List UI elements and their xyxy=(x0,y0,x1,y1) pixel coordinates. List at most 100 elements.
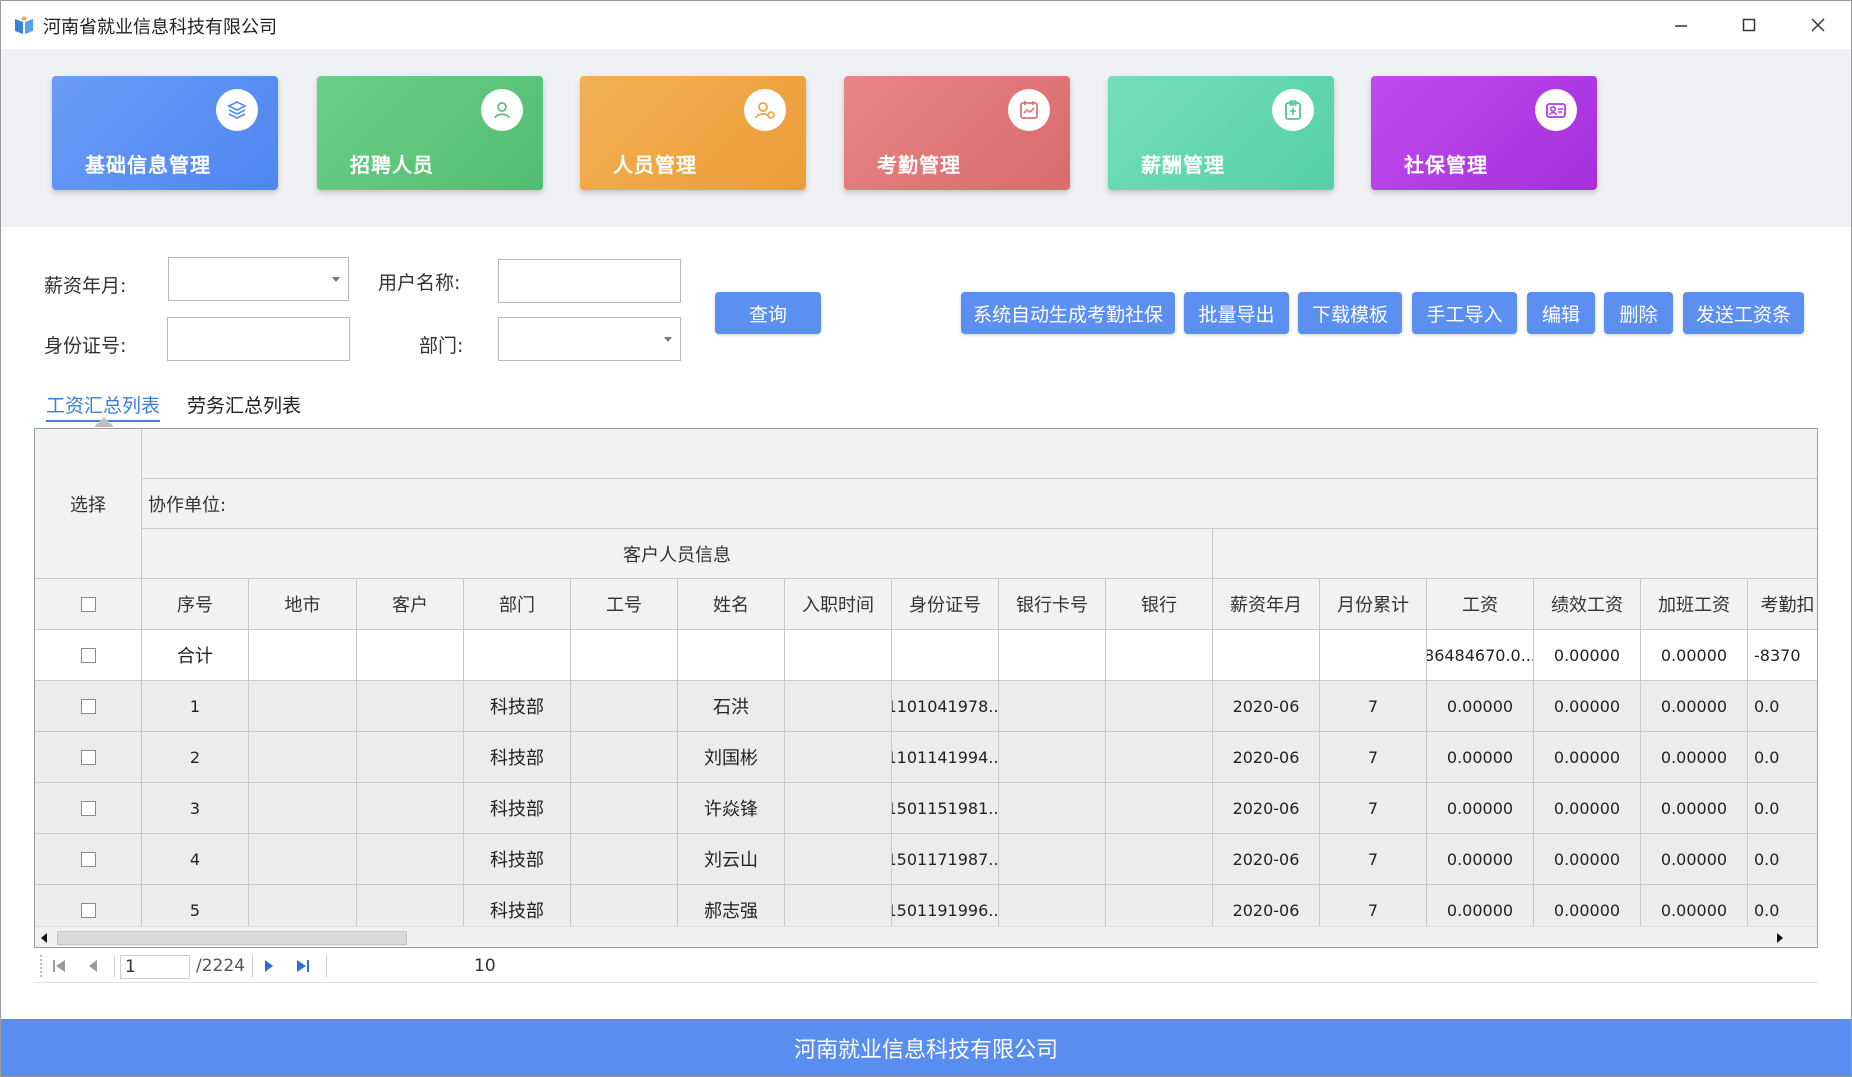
row-select[interactable] xyxy=(35,732,142,783)
next-page-button[interactable] xyxy=(260,957,278,975)
batch-export-button[interactable]: 批量导出 xyxy=(1184,292,1289,334)
cell-id-card: 1501171987... xyxy=(892,834,999,885)
cell-overtime: 0.00000 xyxy=(1641,834,1748,885)
row-checkbox[interactable] xyxy=(80,902,96,918)
cell-id-card: 1101041978... xyxy=(892,681,999,732)
cell-empty xyxy=(571,783,678,834)
download-template-button[interactable]: 下载模板 xyxy=(1298,292,1402,334)
horizontal-scrollbar[interactable] xyxy=(35,926,1817,947)
total-salary: 86484670.0... xyxy=(1427,630,1534,681)
page-number-input[interactable]: 1 xyxy=(120,955,190,979)
pager-separator xyxy=(252,955,253,977)
row-checkbox[interactable] xyxy=(80,647,96,663)
cell-salary: 0.00000 xyxy=(1427,834,1534,885)
edit-button[interactable]: 编辑 xyxy=(1527,292,1595,334)
manual-import-button[interactable]: 手工导入 xyxy=(1412,292,1517,334)
maximize-button[interactable] xyxy=(1725,9,1773,41)
module-social-security[interactable]: 社保管理 xyxy=(1371,76,1597,190)
last-page-button[interactable] xyxy=(294,957,312,975)
username-label: 用户名称: xyxy=(378,272,461,294)
cell-attendance: 0.0 xyxy=(1748,834,1817,885)
row-checkbox[interactable] xyxy=(80,749,96,765)
auto-generate-button[interactable]: 系统自动生成考勤社保 xyxy=(961,292,1175,334)
column-header[interactable]: 客户 xyxy=(357,579,464,630)
column-header[interactable]: 身份证号 xyxy=(892,579,999,630)
department-label: 部门: xyxy=(419,335,464,357)
cell-empty xyxy=(249,681,357,732)
minimize-button[interactable] xyxy=(1657,9,1705,41)
module-basic-info[interactable]: 基础信息管理 xyxy=(52,76,278,190)
cell-empty xyxy=(249,732,357,783)
module-label: 薪酬管理 xyxy=(1141,153,1225,177)
row-select[interactable] xyxy=(35,783,142,834)
username-input[interactable] xyxy=(498,259,681,303)
cell-empty xyxy=(249,834,357,885)
row-checkbox[interactable] xyxy=(80,698,96,714)
cell-performance: 0.00000 xyxy=(1534,834,1641,885)
cell-empty xyxy=(785,681,892,732)
column-header[interactable]: 工资 xyxy=(1427,579,1534,630)
scroll-left-arrow-icon[interactable] xyxy=(41,933,47,943)
cell-empty xyxy=(357,681,464,732)
column-header[interactable]: 序号 xyxy=(142,579,249,630)
cell-overtime: 0.00000 xyxy=(1641,783,1748,834)
column-header[interactable]: 银行卡号 xyxy=(999,579,1106,630)
cell-empty xyxy=(999,681,1106,732)
column-header[interactable]: 工号 xyxy=(571,579,678,630)
department-select[interactable] xyxy=(498,317,681,361)
module-attendance[interactable]: 考勤管理 xyxy=(844,76,1070,190)
query-button[interactable]: 查询 xyxy=(715,292,821,334)
salary-month-select[interactable] xyxy=(168,257,349,301)
cell-month: 2020-06 xyxy=(1213,732,1320,783)
column-header[interactable]: 姓名 xyxy=(678,579,785,630)
row-checkbox[interactable] xyxy=(80,851,96,867)
delete-button[interactable]: 删除 xyxy=(1604,292,1673,334)
cell-salary: 0.00000 xyxy=(1427,783,1534,834)
active-tab-indicator xyxy=(94,417,114,427)
select-all-cell[interactable] xyxy=(35,579,142,630)
column-header[interactable]: 月份累计 xyxy=(1320,579,1427,630)
cell-dept: 科技部 xyxy=(464,681,571,732)
cell-cumulative: 7 xyxy=(1320,681,1427,732)
column-header[interactable]: 考勤扣 xyxy=(1748,579,1817,630)
cell-empty xyxy=(785,732,892,783)
prev-page-button[interactable] xyxy=(84,957,102,975)
cell-empty xyxy=(571,732,678,783)
scroll-right-arrow-icon[interactable] xyxy=(1777,933,1783,943)
module-payroll[interactable]: 薪酬管理 xyxy=(1108,76,1334,190)
column-header[interactable]: 银行 xyxy=(1106,579,1213,630)
total-row-cell xyxy=(464,630,571,681)
layers-icon xyxy=(216,89,258,131)
total-row-select[interactable] xyxy=(35,630,142,681)
column-header[interactable]: 加班工资 xyxy=(1641,579,1748,630)
cell-empty xyxy=(357,783,464,834)
row-select[interactable] xyxy=(35,681,142,732)
cell-name: 许焱锋 xyxy=(678,783,785,834)
send-payslip-button[interactable]: 发送工资条 xyxy=(1683,292,1804,334)
cell-empty xyxy=(357,732,464,783)
pager: 1 /2224 10 xyxy=(34,949,1818,983)
tab-labor-summary[interactable]: 劳务汇总列表 xyxy=(187,391,301,418)
column-header[interactable]: 入职时间 xyxy=(785,579,892,630)
column-header[interactable]: 薪资年月 xyxy=(1213,579,1320,630)
column-header[interactable]: 地市 xyxy=(249,579,357,630)
total-row-cell xyxy=(571,630,678,681)
cell-empty xyxy=(571,834,678,885)
maximize-icon xyxy=(1742,18,1756,32)
horizontal-scroll-thumb[interactable] xyxy=(57,931,407,945)
first-page-button[interactable] xyxy=(50,957,68,975)
cell-seq: 3 xyxy=(142,783,249,834)
close-button[interactable] xyxy=(1794,9,1842,41)
cell-seq: 2 xyxy=(142,732,249,783)
id-card-input[interactable] xyxy=(167,317,350,361)
module-recruitment[interactable]: 招聘人员 xyxy=(317,76,543,190)
column-header[interactable]: 部门 xyxy=(464,579,571,630)
salary-grid: 选择 协作单位: 客户人员信息 序号 地市 客户 部门 工号 姓名 入职时间 身份证号 银行卡号 银行薪… xyxy=(34,428,1818,948)
row-checkbox[interactable] xyxy=(80,800,96,816)
module-personnel[interactable]: 人员管理 xyxy=(580,76,806,190)
clipboard-icon xyxy=(1272,89,1314,131)
row-checkbox[interactable] xyxy=(80,596,96,612)
select-header: 选择 xyxy=(35,429,142,579)
column-header[interactable]: 绩效工资 xyxy=(1534,579,1641,630)
row-select[interactable] xyxy=(35,834,142,885)
